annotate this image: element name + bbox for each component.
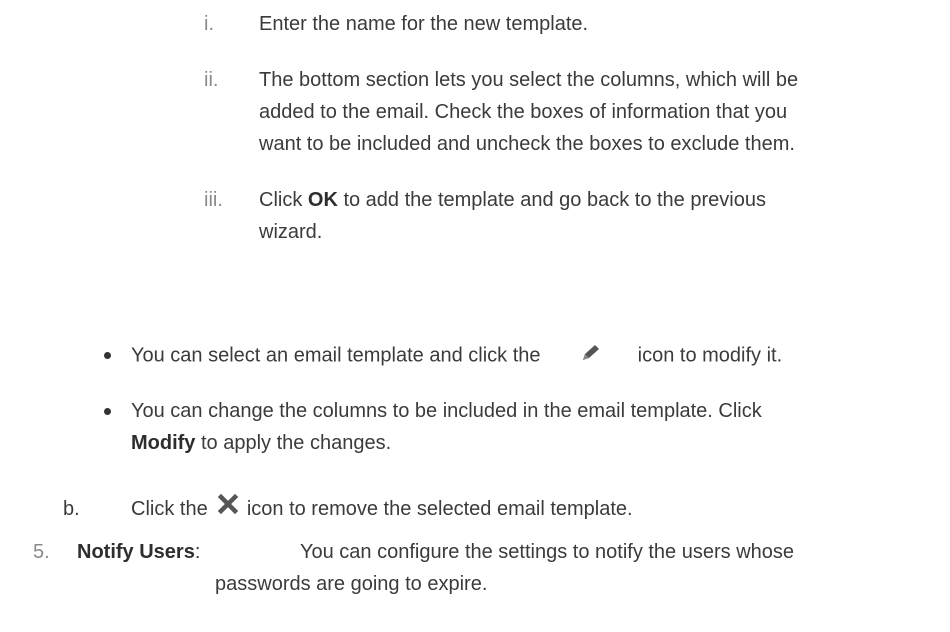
bullet-text: Modify to apply the changes. (131, 432, 392, 454)
step-text: Click OK to add the template and go back… (259, 189, 766, 211)
item-marker: 5. (33, 541, 50, 563)
step-text: The bottom section lets you select the c… (259, 69, 799, 91)
bullet-dot (104, 408, 111, 415)
bullet-dot (104, 352, 111, 359)
close-x-icon (217, 493, 239, 521)
step-marker: iii. (204, 189, 223, 211)
step-text: Enter the name for the new template. (259, 13, 589, 35)
item-text: You can configure the settings to notify… (300, 541, 795, 563)
item-heading: Notify Users: (77, 541, 201, 563)
item-text: passwords are going to expire. (215, 573, 488, 595)
notify-users-label: Notify Users (77, 541, 195, 563)
item-text: Click the icon to remove the selected em… (131, 493, 633, 521)
step-marker: ii. (204, 69, 219, 91)
step-text: want to be included and uncheck the boxe… (259, 133, 795, 155)
document-page: i. Enter the name for the new template. … (0, 0, 950, 632)
step-text: wizard. (259, 221, 323, 243)
step-text: added to the email. Check the boxes of i… (259, 101, 788, 123)
pencil-icon (580, 343, 602, 369)
modify-keyword: Modify (131, 432, 196, 454)
bullet-text: You can select an email template and cli… (131, 343, 782, 369)
step-marker: i. (204, 13, 214, 35)
bullet-text: You can change the columns to be include… (131, 400, 762, 422)
item-marker: b. (63, 498, 80, 520)
ok-keyword: OK (307, 189, 338, 211)
